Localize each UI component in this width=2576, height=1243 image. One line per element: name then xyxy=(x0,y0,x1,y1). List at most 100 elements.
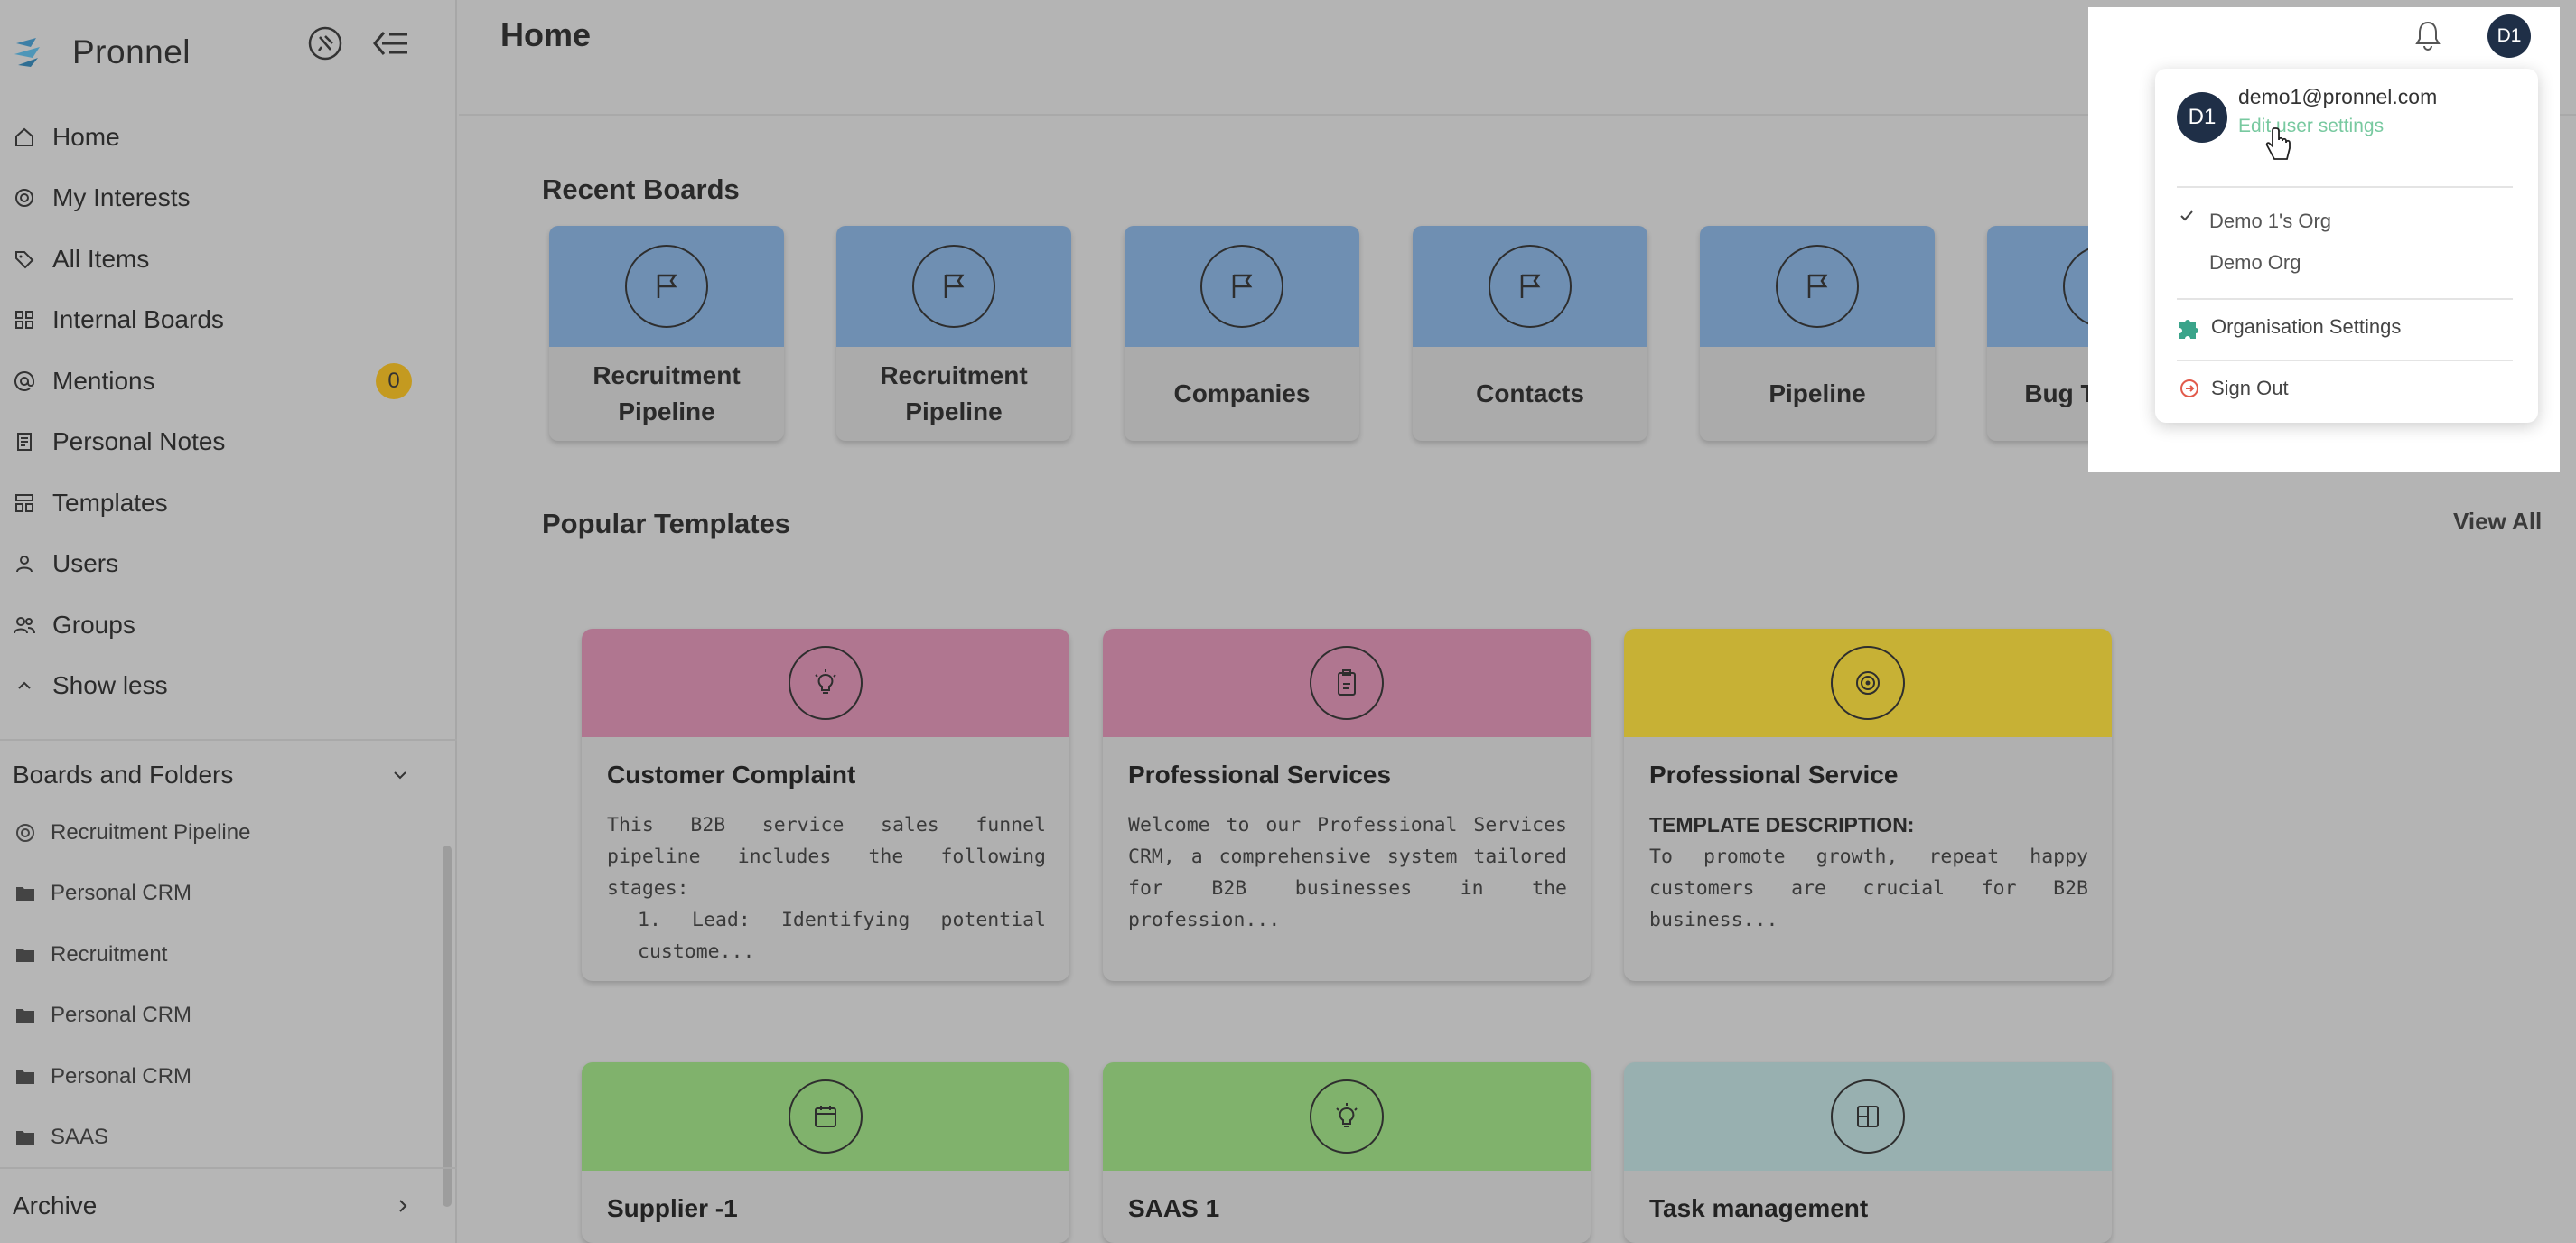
folder-icon xyxy=(14,1126,36,1148)
pin-off-icon[interactable] xyxy=(305,23,345,63)
collapse-sidebar-icon[interactable] xyxy=(370,23,410,63)
template-card[interactable]: Professional Service TEMPLATE DESCRIPTIO… xyxy=(1624,629,2112,981)
sidebar-item-label: Internal Boards xyxy=(52,305,224,334)
flag-icon xyxy=(912,245,995,328)
template-card-header xyxy=(1103,1062,1591,1171)
page-title: Home xyxy=(500,16,592,53)
organisation-settings-item[interactable]: Organisation Settings xyxy=(2175,313,2401,341)
folder-item-personal-crm[interactable]: Personal CRM xyxy=(0,1046,434,1107)
sidebar-item-label: My Interests xyxy=(52,183,191,212)
board-card-header xyxy=(1700,226,1935,347)
organisation-settings-label: Organisation Settings xyxy=(2211,315,2402,338)
template-description-heading: TEMPLATE DESCRIPTION: xyxy=(1649,813,1915,836)
checkmark-icon xyxy=(2177,206,2197,226)
board-card[interactable]: Pipeline xyxy=(1700,226,1935,441)
sidebar-item-label: Templates xyxy=(52,488,168,517)
brand[interactable]: Pronnel xyxy=(9,23,191,81)
sidebar: Pronnel Home My Interests All Items Inte… xyxy=(0,0,457,1243)
template-card[interactable]: Professional Services Welcome to our Pro… xyxy=(1103,629,1591,981)
dropdown-divider xyxy=(2177,360,2513,361)
folder-item-label: Personal CRM xyxy=(51,881,192,906)
bell-icon[interactable] xyxy=(2410,14,2446,56)
sidebar-item-label: Personal Notes xyxy=(52,427,226,456)
user-avatar[interactable]: D1 xyxy=(2487,14,2531,58)
template-card-header xyxy=(582,1062,1069,1171)
chevron-up-icon xyxy=(13,674,36,697)
boards-folders-header[interactable]: Boards and Folders xyxy=(13,757,410,793)
sidebar-item-label: Users xyxy=(52,549,119,578)
folder-icon xyxy=(14,883,36,904)
folder-item-label: Personal CRM xyxy=(51,1063,192,1089)
sidebar-item-my-interests[interactable]: My Interests xyxy=(0,168,434,229)
sidebar-item-internal-boards[interactable]: Internal Boards xyxy=(0,290,434,351)
popular-templates-title: Popular Templates xyxy=(542,508,791,539)
archive-section[interactable]: Archive xyxy=(0,1167,457,1243)
template-description-text: To promote growth, repeat happy customer… xyxy=(1649,846,2088,931)
board-card[interactable]: Contacts xyxy=(1413,226,1647,441)
puzzle-icon xyxy=(2175,313,2204,341)
sidebar-item-groups[interactable]: Groups xyxy=(0,594,434,656)
sidebar-nav: Home My Interests All Items Internal Boa… xyxy=(0,107,434,716)
folder-item-recruitment[interactable]: Recruitment xyxy=(0,924,434,986)
template-card[interactable]: SAAS 1 xyxy=(1103,1062,1591,1243)
template-description-text: 1. Lead: Identifying potential custome..… xyxy=(638,909,1046,963)
target-icon xyxy=(1831,646,1905,720)
recent-boards-title: Recent Boards xyxy=(542,173,740,205)
sidebar-item-templates[interactable]: Templates xyxy=(0,472,434,534)
board-item-recruitment-pipeline[interactable]: Recruitment Pipeline xyxy=(0,802,434,864)
view-all-link[interactable]: View All xyxy=(2453,508,2542,536)
sidebar-scrollbar[interactable] xyxy=(443,846,452,1207)
target-icon xyxy=(13,186,36,210)
at-icon xyxy=(13,369,36,393)
sidebar-item-mentions[interactable]: Mentions 0 xyxy=(0,350,434,412)
clipboard-icon xyxy=(1310,646,1384,720)
board-card[interactable]: Companies xyxy=(1125,226,1359,441)
sidebar-item-personal-notes[interactable]: Personal Notes xyxy=(0,412,434,473)
template-card-header xyxy=(1624,629,2112,737)
sign-out-item[interactable]: Sign Out xyxy=(2175,374,2289,403)
template-card[interactable]: Supplier -1 xyxy=(582,1062,1069,1243)
calendar-icon xyxy=(789,1079,863,1154)
sidebar-item-all-items[interactable]: All Items xyxy=(0,229,434,290)
sidebar-item-users[interactable]: Users xyxy=(0,534,434,595)
pronnel-logo-icon xyxy=(14,38,40,67)
folder-item-saas[interactable]: SAAS xyxy=(0,1107,434,1169)
board-card[interactable]: Recruitment Pipeline xyxy=(549,226,784,441)
sidebar-item-label: Mentions xyxy=(52,366,155,395)
folder-item-personal-crm[interactable]: Personal CRM xyxy=(0,986,434,1047)
template-card[interactable]: Task management xyxy=(1624,1062,2112,1243)
lightbulb-icon xyxy=(1310,1079,1384,1154)
sidebar-item-home[interactable]: Home xyxy=(0,107,434,168)
user-icon xyxy=(13,552,36,575)
org-item-demo-1s-org[interactable]: Demo 1's Org xyxy=(2209,210,2331,233)
folder-item-personal-crm[interactable]: Personal CRM xyxy=(0,864,434,925)
home-icon xyxy=(13,126,36,149)
edit-user-settings-link[interactable]: Edit user settings xyxy=(2238,116,2384,137)
folder-item-label: SAAS xyxy=(51,1125,109,1150)
sidebar-item-label: All Items xyxy=(52,244,150,273)
archive-label: Archive xyxy=(13,1192,98,1220)
template-title: SAAS 1 xyxy=(1128,1194,1220,1222)
board-item-label: Recruitment Pipeline xyxy=(51,819,251,845)
app-root: Pronnel Home My Interests All Items Inte… xyxy=(0,0,2576,1243)
org-item-demo-org[interactable]: Demo Org xyxy=(2209,251,2301,275)
template-card[interactable]: Customer Complaint This B2B service sale… xyxy=(582,629,1069,981)
folder-icon xyxy=(14,1005,36,1026)
note-icon xyxy=(13,430,36,453)
flag-icon xyxy=(1200,245,1283,328)
board-card[interactable]: Recruitment Pipeline xyxy=(836,226,1071,441)
sidebar-show-less[interactable]: Show less xyxy=(0,656,434,717)
template-description-text: Welcome to our Professional Services CRM… xyxy=(1128,814,1567,931)
board-card-label: Recruitment Pipeline xyxy=(880,361,1028,425)
avatar: D1 xyxy=(2177,92,2227,143)
user-email: demo1@pronnel.com xyxy=(2238,85,2438,108)
board-card-header xyxy=(1125,226,1359,347)
template-title: Customer Complaint xyxy=(607,761,856,789)
boards-folders-label: Boards and Folders xyxy=(13,761,234,789)
template-description: Welcome to our Professional Services CRM… xyxy=(1128,809,1567,936)
sidebar-item-label: Home xyxy=(52,122,120,151)
board-card-label: Contacts xyxy=(1476,379,1584,407)
sidebar-top-icons xyxy=(305,23,410,63)
mentions-count-badge: 0 xyxy=(376,362,412,399)
template-title: Task management xyxy=(1649,1194,1869,1222)
